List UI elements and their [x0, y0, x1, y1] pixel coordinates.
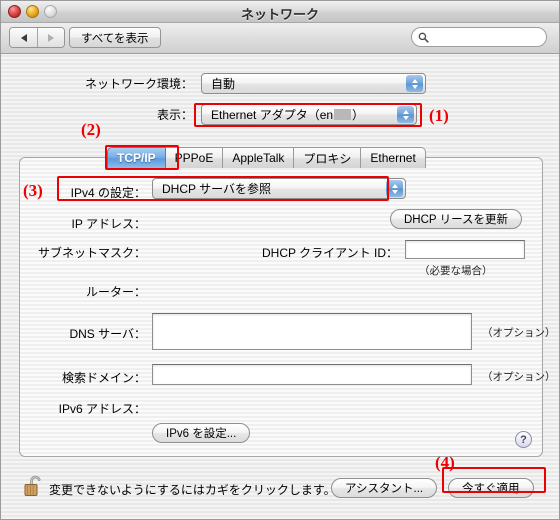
search-icon: [418, 32, 429, 43]
ip-address-value: [152, 213, 332, 227]
tab-pppoe-label: PPPoE: [174, 151, 214, 165]
search-domains-hint: （オプション）: [482, 371, 556, 383]
network-location-popup[interactable]: 自動: [201, 73, 426, 94]
tab-pppoe[interactable]: PPPoE: [165, 147, 224, 168]
unlocked-padlock-icon[interactable]: [23, 473, 45, 502]
window-footer: 変更できないようにするにはカギをクリックします。 アシスタント... 今すぐ適用: [1, 459, 559, 519]
ipv4-config-value: DHCP サーバを参照: [162, 182, 271, 196]
tcpip-settings-panel: IPv4 の設定： DHCP サーバを参照 IP アドレス： DHCP リースを…: [19, 157, 556, 457]
window-title: ネットワーク: [240, 7, 319, 22]
assistant-button-label: アシスタント...: [345, 483, 424, 495]
search-input[interactable]: [432, 31, 540, 43]
router-label: ルーター：: [85, 285, 146, 299]
assistant-button[interactable]: アシスタント...: [331, 478, 438, 498]
ipv6-configure-label: IPv6 を設定...: [166, 428, 237, 440]
show-all-button[interactable]: すべてを表示: [69, 27, 161, 48]
forward-button[interactable]: [37, 28, 64, 47]
dhcp-client-id-input[interactable]: [405, 240, 525, 259]
network-port-value-prefix: Ethernet アダプタ（en: [211, 108, 334, 122]
apply-now-button-label: 今すぐ適用: [462, 483, 520, 495]
annotation-label-2: (2): [81, 120, 101, 139]
subnet-mask-value: [152, 242, 252, 256]
network-location-row: ネットワーク環境： 自動: [1, 73, 559, 94]
search-domains-input[interactable]: [152, 364, 472, 385]
tab-ethernet[interactable]: Ethernet: [361, 147, 426, 168]
triangle-left-icon: [20, 33, 27, 42]
tab-appletalk-label: AppleTalk: [232, 151, 285, 165]
tab-proxies[interactable]: プロキシ: [294, 147, 362, 168]
network-port-value-suffix: ）: [352, 108, 365, 122]
window-titlebar: ネットワーク: [1, 1, 559, 23]
subnet-mask-label: サブネットマスク：: [37, 246, 146, 260]
tab-ethernet-label: Ethernet: [370, 151, 416, 165]
popup-arrows-icon: [397, 106, 414, 123]
tab-tcpip[interactable]: TCP/IP: [107, 147, 166, 168]
window-toolbar: すべてを表示: [1, 23, 559, 54]
annotation-label-1: (1): [429, 106, 449, 125]
dns-servers-hint: （オプション）: [482, 327, 556, 339]
tab-proxies-label: プロキシ: [303, 151, 352, 166]
back-button[interactable]: [10, 28, 37, 47]
ipv6-configure-button[interactable]: IPv6 を設定...: [152, 423, 251, 443]
router-value: [152, 281, 272, 295]
network-location-value: 自動: [211, 77, 236, 91]
triangle-right-icon: [48, 33, 54, 42]
network-port-popup[interactable]: Ethernet アダプタ（en ）: [201, 104, 417, 125]
ipv6-address-value: [152, 398, 332, 412]
help-button-label: ?: [520, 433, 527, 446]
search-domains-label: 検索ドメイン：: [61, 371, 146, 385]
ip-address-label: IP アドレス：: [71, 217, 146, 231]
ipv6-address-label: IPv6 アドレス：: [58, 402, 146, 416]
navigation-button-group: [9, 27, 65, 48]
dhcp-client-id-label: DHCP クライアント ID：: [262, 246, 398, 260]
ipv4-config-popup[interactable]: DHCP サーバを参照: [152, 178, 406, 199]
search-field[interactable]: [411, 27, 547, 47]
tab-tcpip-label: TCP/IP: [117, 151, 156, 165]
tab-appletalk[interactable]: AppleTalk: [223, 147, 295, 168]
settings-tab-bar: TCP/IP PPPoE AppleTalk プロキシ Ethernet: [107, 147, 426, 168]
help-button[interactable]: ?: [515, 431, 532, 448]
dhcp-client-id-hint: （必要な場合）: [419, 265, 493, 277]
network-port-label: 表示：: [156, 108, 193, 122]
show-all-label: すべてを表示: [81, 32, 149, 45]
dns-servers-input[interactable]: [152, 313, 472, 350]
dns-servers-label: DNS サーバ：: [69, 327, 146, 341]
apply-now-button[interactable]: 今すぐ適用: [448, 478, 534, 498]
dhcp-renew-lease-button[interactable]: DHCP リースを更新: [390, 209, 522, 229]
redacted-value-block: [334, 109, 352, 120]
network-preferences-window: ネットワーク すべてを表示 ネットワーク環境： 自動 表示： Ethernet …: [0, 0, 560, 520]
annotation-label-4: (4): [435, 453, 455, 472]
lock-hint-text: 変更できないようにするにはカギをクリックします。: [49, 483, 336, 497]
popup-arrows-icon: [406, 75, 423, 92]
network-location-label: ネットワーク環境：: [84, 77, 193, 91]
popup-arrows-icon: [386, 180, 403, 197]
annotation-label-3: (3): [23, 181, 43, 200]
dhcp-renew-lease-label: DHCP リースを更新: [404, 214, 508, 226]
